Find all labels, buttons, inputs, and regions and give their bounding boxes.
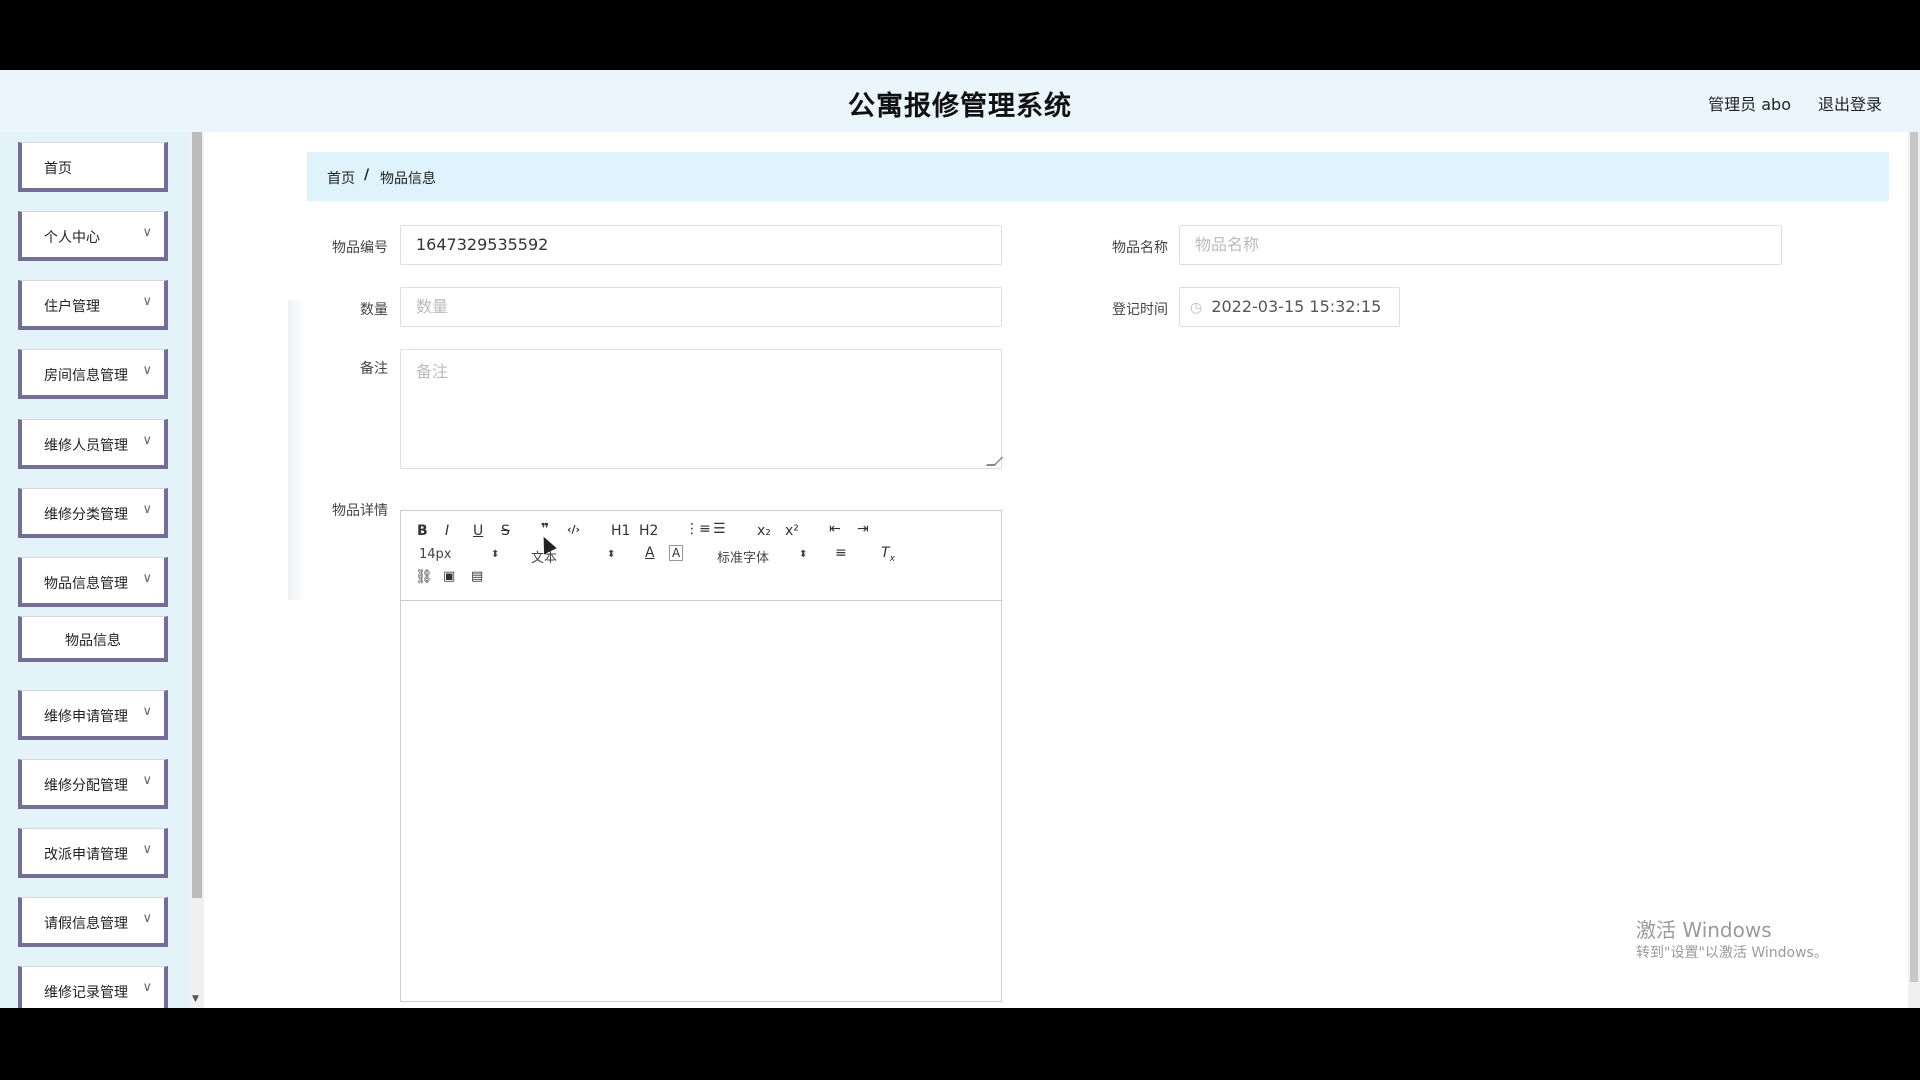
item-code-input[interactable]: 1647329535592 [400,225,1002,265]
breadcrumb: 首页 / 物品信息 [307,152,1889,201]
header1-icon[interactable]: H1 [611,523,630,539]
clock-icon: ◷ [1190,300,1203,316]
sidebar-item-repair-categories[interactable]: 维修分类管理 ∨ [18,488,168,538]
sidebar-item-label: 物品信息管理 [44,576,128,592]
sidebar-item-home[interactable]: 首页 [18,142,168,192]
quantity-input[interactable]: 数量 [400,287,1002,327]
background-color-icon[interactable]: A [669,545,684,561]
sidebar-item-label: 首页 [44,161,72,177]
note-placeholder: 备注 [416,362,449,381]
chevron-down-icon: ∨ [142,433,152,448]
register-time-picker[interactable]: ◷ 2022-03-15 15:32:15 [1179,287,1400,327]
subscript-icon[interactable]: x₂ [757,523,771,539]
select-arrows-icon: ⬍ [491,549,500,560]
outdent-icon[interactable]: ⇤ [829,521,841,537]
note-label: 备注 [360,361,388,377]
chevron-down-icon: ∨ [142,911,152,926]
font-size-select[interactable]: 14px [419,547,452,562]
header2-icon[interactable]: H2 [639,523,658,539]
font-color-icon[interactable]: A [645,545,655,561]
indent-icon[interactable]: ⇥ [857,521,869,537]
sidebar-item-label: 个人中心 [44,230,100,246]
sidebar-item-repair-assign[interactable]: 维修分配管理 ∨ [18,759,168,809]
chevron-down-icon: ∨ [142,980,152,995]
bullet-list-icon[interactable]: ☰ [713,521,726,537]
sidebar-item-rooms[interactable]: 房间信息管理 ∨ [18,349,168,399]
current-user: 管理员 abo [1708,95,1791,114]
letterbox-top [0,0,1920,70]
item-name-label: 物品名称 [1112,240,1168,256]
sidebar-item-leave[interactable]: 请假信息管理 ∨ [18,897,168,947]
app-screen: 公寓报修管理系统 管理员 abo 退出登录 首页 个人中心 ∨ 住户管理 ∨ 房… [0,70,1920,1008]
chevron-down-icon: ∨ [142,773,152,788]
register-time-value: 2022-03-15 15:32:15 [1211,297,1382,316]
breadcrumb-home[interactable]: 首页 [327,168,355,188]
breadcrumb-separator: / [364,167,370,183]
register-time-label: 登记时间 [1112,302,1168,318]
note-textarea[interactable]: 备注 [400,349,1004,469]
code-block-icon[interactable]: ‹/› [567,523,580,536]
strikethrough-icon[interactable]: S [501,523,510,539]
align-icon[interactable]: ≡ [835,545,847,561]
breadcrumb-current: 物品信息 [380,171,436,187]
sidebar-subitem-items[interactable]: 物品信息 [18,616,168,662]
page-scrollbar-thumb[interactable] [1910,132,1918,982]
italic-icon[interactable]: I [445,523,449,539]
sidebar-item-label: 维修申请管理 [44,709,128,725]
rich-text-editor: B I U S ❞ ‹/› H1 H2 ⋮≡ ☰ x₂ x² ⇤ ⇥ 14px … [400,510,1002,1002]
ordered-list-icon[interactable]: ⋮≡ [685,521,711,537]
image-icon[interactable]: ▣ [443,569,455,584]
superscript-icon[interactable]: x² [785,523,799,539]
sidebar-item-label: 请假信息管理 [44,916,128,932]
quantity-label: 数量 [360,302,388,318]
link-icon[interactable]: ⛓ [415,569,433,585]
chevron-down-icon: ∨ [142,363,152,378]
sidebar: 首页 个人中心 ∨ 住户管理 ∨ 房间信息管理 ∨ 维修人员管理 ∨ 维修分类管… [0,132,190,1008]
sidebar-scrollbar-thumb[interactable] [192,132,202,898]
sidebar-item-residents[interactable]: 住户管理 ∨ [18,280,168,330]
chevron-down-icon: ∨ [142,294,152,309]
chevron-down-icon: ∨ [142,704,152,719]
logout-button[interactable]: 退出登录 [1818,91,1882,115]
sidebar-item-repairers[interactable]: 维修人员管理 ∨ [18,419,168,469]
background-decoration [288,300,306,600]
sidebar-item-profile[interactable]: 个人中心 ∨ [18,211,168,261]
item-detail-label: 物品详情 [332,503,388,519]
font-family-select[interactable]: 标准字体 [717,547,769,566]
sidebar-item-repair-records[interactable]: 维修记录管理 ∨ [18,966,168,1008]
sidebar-item-label: 住户管理 [44,299,100,315]
sidebar-item-label: 维修人员管理 [44,438,128,454]
windows-activation-hint: 转到"设置"以激活 Windows。 [1636,945,1828,961]
sidebar-item-label: 维修分配管理 [44,778,128,794]
chevron-down-icon: ∨ [142,842,152,857]
item-code-label: 物品编号 [332,240,388,256]
underline-icon[interactable]: U [473,523,483,539]
bold-icon[interactable]: B [417,523,428,539]
sidebar-item-label: 物品信息 [65,633,121,649]
letterbox-bottom [0,1008,1920,1080]
select-arrows-icon: ⬍ [607,549,616,560]
sidebar-item-items-mgmt[interactable]: 物品信息管理 ∨ [18,557,168,607]
sidebar-item-label: 维修分类管理 [44,507,128,523]
windows-activation-title: 激活 Windows [1636,918,1772,942]
sidebar-item-label: 改派申请管理 [44,847,128,863]
video-icon[interactable]: ▤ [471,569,483,584]
sidebar-item-label: 房间信息管理 [44,368,128,384]
content-gutter [204,132,288,1008]
resize-handle-icon[interactable] [985,457,1004,466]
select-arrows-icon: ⬍ [799,549,808,560]
chevron-down-icon: ∨ [142,502,152,517]
item-name-input[interactable]: 物品名称 [1179,225,1782,265]
sidebar-item-label: 维修记录管理 [44,985,128,1001]
sidebar-item-repair-requests[interactable]: 维修申请管理 ∨ [18,690,168,740]
chevron-down-icon: ∨ [142,225,152,240]
scroll-down-arrow-icon[interactable]: ▼ [192,994,199,1004]
sidebar-item-reassign[interactable]: 改派申请管理 ∨ [18,828,168,878]
editor-toolbar: B I U S ❞ ‹/› H1 H2 ⋮≡ ☰ x₂ x² ⇤ ⇥ 14px … [401,511,1001,601]
clear-format-icon[interactable]: Tx [881,545,895,564]
app-title: 公寓报修管理系统 [848,91,1072,122]
header: 公寓报修管理系统 管理员 abo 退出登录 [0,70,1920,132]
chevron-down-icon: ∨ [142,571,152,586]
editor-content-area[interactable] [401,602,1001,1002]
